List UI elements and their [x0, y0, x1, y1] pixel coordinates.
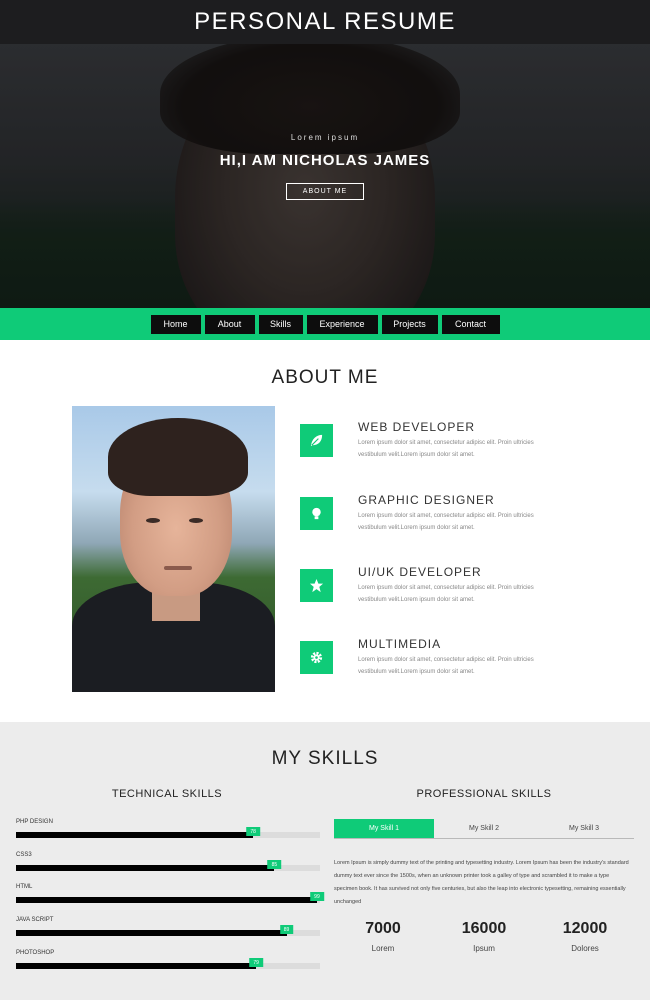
nav-item-projects[interactable]: Projects — [381, 314, 438, 334]
site-title: PERSONAL RESUME — [194, 8, 456, 35]
technical-skills-title: TECHNICAL SKILLS — [111, 788, 223, 800]
nav-item-home[interactable]: Home — [150, 314, 201, 334]
nav-item-experience[interactable]: Experience — [306, 314, 378, 334]
stat-value: 12000 — [562, 920, 608, 937]
skill-percent-badge: 79 — [249, 958, 263, 967]
role-title: WEB DEVELOPER — [358, 420, 476, 434]
skills-section-title: MY SKILLS — [271, 748, 379, 769]
skill-bar-photoshop: PHOTOSHOP 79 — [16, 950, 320, 976]
role-description: Lorem ipsum dolor sit amet, consectetur … — [358, 657, 534, 675]
stat-value: 7000 — [365, 920, 401, 937]
stat-caption: Ipsum — [473, 944, 495, 953]
stat-caption: Lorem — [371, 944, 395, 953]
leaf-icon — [300, 424, 333, 457]
role-description: Lorem ipsum dolor sit amet, consectetur … — [358, 513, 534, 531]
skill-label: CSS3 — [16, 852, 32, 858]
hero-content: Lorem ipsum HI,I AM NICHOLAS JAMES ABOUT… — [0, 44, 650, 308]
role-title: GRAPHIC DESIGNER — [358, 493, 495, 507]
role-title: UI/UK DEVELOPER — [358, 565, 482, 579]
profile-photo — [72, 406, 275, 692]
skill-fill — [16, 963, 257, 969]
skill-label: PHOTOSHOP — [16, 950, 55, 956]
role-item-web-developer: WEB DEVELOPER Lorem ipsum dolor sit amet… — [300, 420, 560, 464]
skill-bar-css3: CSS3 85 — [16, 852, 320, 878]
gear-icon — [300, 641, 333, 674]
portrait-hair — [108, 418, 248, 496]
tab-my-skill-1[interactable]: My Skill 1 — [334, 819, 434, 838]
professional-skills-tabs: My Skill 1 My Skill 2 My Skill 3 — [334, 819, 634, 839]
skill-percent-badge: 89 — [279, 925, 294, 934]
portrait-eye-left — [146, 518, 160, 523]
skill-fill — [16, 832, 254, 838]
professional-skills-description: Lorem Ipsum is simply dummy text of the … — [334, 860, 629, 905]
portrait-mouth — [164, 566, 192, 570]
skill-track: 85 — [16, 860, 320, 871]
nav-item-contact[interactable]: Contact — [441, 314, 500, 334]
role-description: Lorem ipsum dolor sit amet, consectetur … — [358, 585, 534, 603]
nav-item-about[interactable]: About — [204, 314, 255, 334]
stat-lorem: 7000 Lorem — [343, 920, 423, 953]
skill-label: JAVA SCRIPT — [16, 917, 54, 923]
skill-track: 78 — [16, 827, 320, 838]
stat-dolores: 12000 Dolores — [545, 920, 625, 953]
about-me-button[interactable]: ABOUT ME — [286, 183, 364, 200]
hero-banner: Lorem ipsum HI,I AM NICHOLAS JAMES ABOUT… — [0, 44, 650, 308]
hero-name: HI,I AM NICHOLAS JAMES — [219, 152, 431, 169]
tab-my-skill-3[interactable]: My Skill 3 — [534, 819, 634, 838]
lightbulb-icon — [300, 497, 333, 530]
stat-value: 16000 — [461, 920, 507, 937]
role-item-graphic-designer: GRAPHIC DESIGNER Lorem ipsum dolor sit a… — [300, 493, 560, 537]
portrait-eye-right — [189, 518, 203, 523]
skill-percent-badge: 99 — [310, 892, 324, 901]
skill-bar-html: HTML 99 — [16, 884, 324, 910]
stat-ipsum: 16000 Ipsum — [444, 920, 524, 953]
role-description: Lorem ipsum dolor sit amet, consectetur … — [358, 440, 534, 458]
tab-my-skill-2[interactable]: My Skill 2 — [434, 819, 534, 838]
site-header: PERSONAL RESUME — [0, 0, 650, 44]
skill-track: 89 — [16, 925, 320, 936]
role-title: MULTIMEDIA — [358, 637, 442, 651]
about-section-title: ABOUT ME — [271, 367, 379, 388]
skill-percent-badge: 85 — [267, 860, 282, 869]
hero-kicker: Lorem ipsum — [290, 133, 360, 142]
stat-caption: Dolores — [571, 944, 599, 953]
skill-track: 79 — [16, 958, 320, 969]
skill-percent-badge: 78 — [246, 827, 260, 836]
professional-skills-title: PROFESSIONAL SKILLS — [416, 788, 552, 800]
skill-bar-php-design: PHP DESIGN 78 — [16, 819, 320, 845]
skill-label: HTML — [16, 884, 33, 890]
skill-fill — [16, 930, 287, 936]
skill-fill — [16, 897, 317, 903]
skill-bar-java-script: JAVA SCRIPT 89 — [16, 917, 320, 943]
skill-fill — [16, 865, 275, 871]
star-icon — [300, 569, 333, 602]
main-nav: Home About Skills Experience Projects Co… — [0, 308, 650, 340]
role-item-ui-developer: UI/UK DEVELOPER Lorem ipsum dolor sit am… — [300, 565, 560, 609]
role-item-multimedia: MULTIMEDIA Lorem ipsum dolor sit amet, c… — [300, 637, 560, 681]
skill-track: 99 — [16, 892, 324, 903]
nav-item-skills[interactable]: Skills — [258, 314, 303, 334]
skill-label: PHP DESIGN — [16, 819, 53, 825]
